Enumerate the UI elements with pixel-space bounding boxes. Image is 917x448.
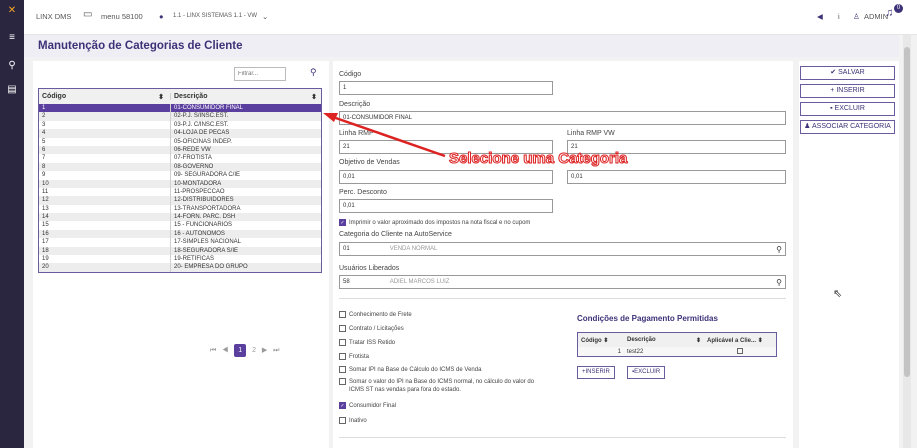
arrow-head <box>323 113 338 122</box>
annotation-text: Selecione uma Categoria <box>448 150 628 168</box>
arrow-line <box>329 114 446 158</box>
mouse-cursor-icon: ⇖ <box>833 288 843 300</box>
annotation-arrow <box>323 113 446 158</box>
